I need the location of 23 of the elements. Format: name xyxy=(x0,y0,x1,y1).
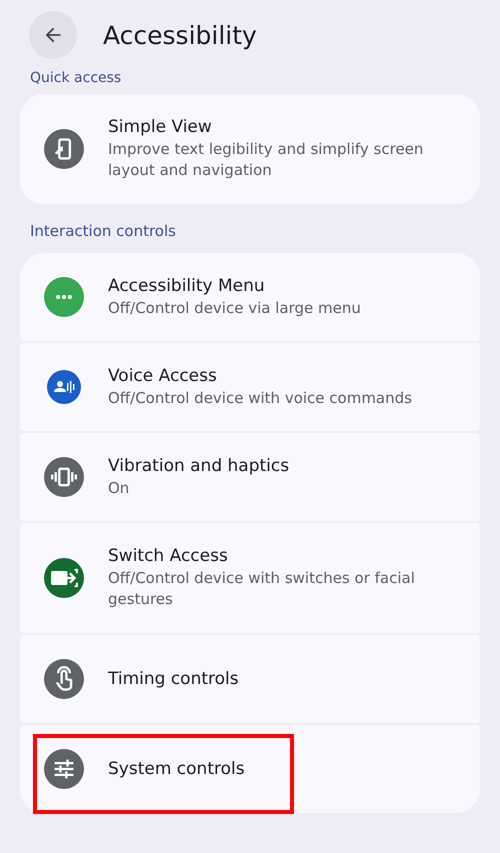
item-title: Timing controls xyxy=(108,669,239,689)
item-summary: On xyxy=(108,478,130,498)
settings-item[interactable]: Simple View Improve text legibility and simplify screen layout and navigation xyxy=(20,94,480,204)
page-title: Accessibility xyxy=(103,20,257,50)
item-title: Simple View xyxy=(108,117,213,137)
section-label: Quick access xyxy=(29,70,122,88)
section-label: Interaction controls xyxy=(29,221,177,242)
item-title: Voice Access xyxy=(108,366,218,386)
settings-item[interactable]: Voice Access Off/Control device with voice commands xyxy=(20,343,480,431)
back-button[interactable] xyxy=(29,11,77,59)
item-title: Accessibility Menu xyxy=(108,276,266,296)
settings-item[interactable]: Vibration and haptics On xyxy=(20,433,480,521)
item-summary: Off/Control device with switches or facial gestures xyxy=(108,568,416,610)
item-title: Vibration and haptics xyxy=(108,456,290,476)
item-title: System controls xyxy=(108,759,245,779)
item-title: Switch Access xyxy=(108,546,229,566)
settings-item[interactable]: System controls xyxy=(20,725,480,813)
item-summary: Improve text legibility and simplify screen layout and navigation xyxy=(108,139,424,181)
settings-item[interactable]: Timing controls xyxy=(20,635,480,723)
settings-item[interactable]: Accessibility Menu Off/Control device via large menu xyxy=(20,253,480,341)
item-summary: Off/Control device via large menu xyxy=(108,298,361,318)
item-summary: Off/Control device with voice commands xyxy=(108,388,412,408)
settings-item[interactable]: Switch Access Off/Control device with switches or facial gestures xyxy=(20,523,480,633)
